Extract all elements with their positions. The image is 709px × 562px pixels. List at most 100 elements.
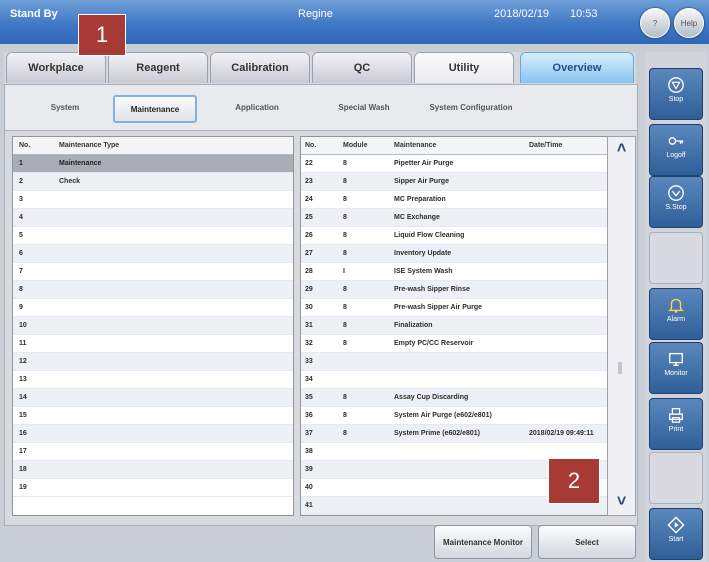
cell-maintenance: Pre-wash Sipper Rinse xyxy=(394,286,470,293)
table-row[interactable]: 22 8 Pipetter Air Purge xyxy=(301,155,607,173)
s-stop-button[interactable]: S.Stop xyxy=(649,176,703,228)
cell-no: 23 xyxy=(305,178,313,185)
help-question-icon[interactable]: ? xyxy=(640,8,670,38)
cell-no: 12 xyxy=(19,358,27,365)
tab-workplace[interactable]: Workplace xyxy=(6,52,106,83)
cell-no: 7 xyxy=(19,268,23,275)
cell-no: 41 xyxy=(305,502,313,509)
logoff-button[interactable]: Logoff xyxy=(649,124,703,176)
empty-slot xyxy=(649,232,703,284)
subtab-special-wash[interactable]: Special Wash xyxy=(321,95,407,119)
table-row[interactable]: 1 Maintenance xyxy=(13,155,293,173)
cell-no: 30 xyxy=(305,304,313,311)
subtab-application[interactable]: Application xyxy=(217,95,297,119)
cell-maintenance: Finalization xyxy=(394,322,433,329)
cell-module: 8 xyxy=(343,340,347,347)
table-row[interactable]: 17 xyxy=(13,443,293,461)
table-row[interactable]: 9 xyxy=(13,299,293,317)
help-button[interactable]: Help xyxy=(674,8,704,38)
select-button[interactable]: Select xyxy=(538,525,636,559)
cell-no: 10 xyxy=(19,322,27,329)
table-row[interactable]: 31 8 Finalization xyxy=(301,317,607,335)
table-row[interactable]: 5 xyxy=(13,227,293,245)
cell-no: 28 xyxy=(305,268,313,275)
table-row[interactable]: 13 xyxy=(13,371,293,389)
scroll-thumb[interactable] xyxy=(618,362,622,374)
cell-module: 8 xyxy=(343,322,347,329)
table-row[interactable]: 29 8 Pre-wash Sipper Rinse xyxy=(301,281,607,299)
cell-maintenance: Assay Cup Discarding xyxy=(394,394,469,401)
table-row[interactable]: 26 8 Liquid Flow Cleaning xyxy=(301,227,607,245)
table-row[interactable]: 12 xyxy=(13,353,293,371)
table-row[interactable]: 25 8 MC Exchange xyxy=(301,209,607,227)
cell-maintenance: Sipper Air Purge xyxy=(394,178,449,185)
tab-utility[interactable]: Utility xyxy=(414,52,514,83)
table-row[interactable]: 23 8 Sipper Air Purge xyxy=(301,173,607,191)
cell-maintenance: Liquid Flow Cleaning xyxy=(394,232,465,239)
table-row[interactable]: 37 8 System Prime (e602/e801) 2018/02/19 09… xyxy=(301,425,607,443)
callout-1: 1 xyxy=(78,14,126,56)
table-row[interactable]: 16 xyxy=(13,425,293,443)
subtab-system-configuration[interactable]: System Configuration xyxy=(417,95,525,119)
table-row[interactable]: 28 I ISE System Wash xyxy=(301,263,607,281)
user-name: Regine xyxy=(298,8,333,20)
table-row[interactable]: 19 xyxy=(13,479,293,497)
table-row[interactable]: 24 8 MC Preparation xyxy=(301,191,607,209)
table-row[interactable]: 32 8 Empty PC/CC Reservoir xyxy=(301,335,607,353)
scroll-up-icon[interactable]: ˄ xyxy=(612,139,631,158)
tab-calibration[interactable]: Calibration xyxy=(210,52,310,83)
start-button[interactable]: Start xyxy=(649,508,703,560)
table-row[interactable]: 36 8 System Air Purge (e602/e801) xyxy=(301,407,607,425)
tab-reagent[interactable]: Reagent xyxy=(108,52,208,83)
print-button[interactable]: Print xyxy=(649,398,703,450)
maintenance-scrollbar[interactable]: ˄ ˅ xyxy=(607,136,636,516)
cell-no: 24 xyxy=(305,196,313,203)
table-row[interactable]: 11 xyxy=(13,335,293,353)
alarm-button[interactable]: Alarm xyxy=(649,288,703,340)
table-row[interactable]: 30 8 Pre-wash Sipper Air Purge xyxy=(301,299,607,317)
cell-no: 34 xyxy=(305,376,313,383)
cell-maintenance: MC Preparation xyxy=(394,196,446,203)
subtab-system[interactable]: System xyxy=(25,95,105,119)
table-row[interactable]: 27 8 Inventory Update xyxy=(301,245,607,263)
table-row[interactable]: 35 8 Assay Cup Discarding xyxy=(301,389,607,407)
table-row[interactable]: 2 Check xyxy=(13,173,293,191)
table-row[interactable]: 7 xyxy=(13,263,293,281)
tab-overview[interactable]: Overview xyxy=(520,52,634,83)
key-icon xyxy=(668,137,684,145)
tab-qc[interactable]: QC xyxy=(312,52,412,83)
cell-no: 36 xyxy=(305,412,313,419)
subtab-maintenance[interactable]: Maintenance xyxy=(113,95,197,123)
cell-module: 8 xyxy=(343,196,347,203)
bell-icon xyxy=(668,298,684,313)
time-display: 10:53 xyxy=(570,8,598,20)
start-icon xyxy=(667,516,685,534)
table-row[interactable]: 6 xyxy=(13,245,293,263)
monitor-button[interactable]: Monitor xyxy=(649,342,703,394)
table-row[interactable]: 18 xyxy=(13,461,293,479)
cell-no: 22 xyxy=(305,160,313,167)
table-row[interactable]: 3 xyxy=(13,191,293,209)
table-row[interactable]: 10 xyxy=(13,317,293,335)
cell-module: 8 xyxy=(343,232,347,239)
cell-no: 3 xyxy=(19,196,23,203)
table-row[interactable]: 14 xyxy=(13,389,293,407)
cell-no: 14 xyxy=(19,394,27,401)
table-row[interactable]: 34 xyxy=(301,371,607,389)
stop-button[interactable]: Stop xyxy=(649,68,703,120)
cell-no: 26 xyxy=(305,232,313,239)
cell-no: 35 xyxy=(305,394,313,401)
table-row[interactable]: 4 xyxy=(13,209,293,227)
table-row[interactable]: 8 xyxy=(13,281,293,299)
cell-module: 8 xyxy=(343,286,347,293)
cell-module: 8 xyxy=(343,394,347,401)
table-header: No. Maintenance Type xyxy=(13,137,293,155)
table-row[interactable]: 33 xyxy=(301,353,607,371)
table-row[interactable]: 15 xyxy=(13,407,293,425)
scroll-down-icon[interactable]: ˅ xyxy=(612,492,631,511)
cell-no: 33 xyxy=(305,358,313,365)
cell-no: 11 xyxy=(19,340,27,347)
sub-tabs: System Maintenance Application Special W… xyxy=(4,84,638,132)
maintenance-monitor-button[interactable]: Maintenance Monitor xyxy=(434,525,532,559)
callout-2: 2 xyxy=(548,458,600,504)
